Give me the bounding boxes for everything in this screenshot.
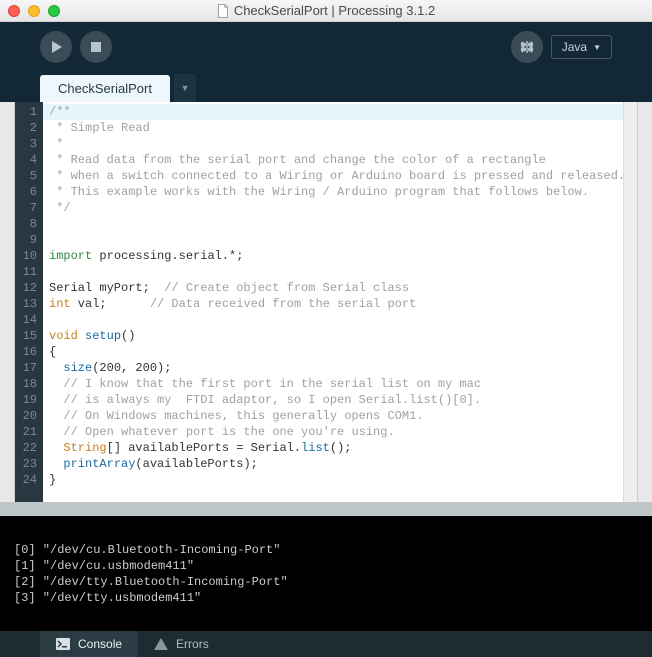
code-area[interactable]: /** * Simple Read * * Read data from the… bbox=[43, 102, 623, 502]
tab-label: CheckSerialPort bbox=[58, 81, 152, 96]
tab-errors-label: Errors bbox=[176, 637, 209, 651]
toolbar: Java ▼ bbox=[0, 22, 652, 72]
mode-label: Java bbox=[562, 40, 587, 54]
line-gutter: 1 2 3 4 5 6 7 8 9 10 11 12 13 14 15 16 1… bbox=[15, 102, 43, 502]
tab-bar: CheckSerialPort ▼ bbox=[0, 72, 652, 102]
window-title: CheckSerialPort | Processing 3.1.2 bbox=[0, 3, 652, 18]
chevron-down-icon: ▼ bbox=[593, 43, 601, 52]
stop-button[interactable] bbox=[80, 31, 112, 63]
document-icon bbox=[217, 4, 229, 18]
close-window-button[interactable] bbox=[8, 5, 20, 17]
window-title-text: CheckSerialPort | Processing 3.1.2 bbox=[234, 3, 435, 18]
pane-separator[interactable] bbox=[0, 502, 652, 516]
tab-console[interactable]: Console bbox=[40, 631, 138, 657]
zoom-window-button[interactable] bbox=[48, 5, 60, 17]
mode-selector[interactable]: Java ▼ bbox=[551, 35, 612, 59]
code-editor[interactable]: 1 2 3 4 5 6 7 8 9 10 11 12 13 14 15 16 1… bbox=[14, 102, 638, 502]
warning-icon bbox=[154, 638, 168, 650]
tab-menu-button[interactable]: ▼ bbox=[174, 74, 196, 102]
console-output: [0] "/dev/cu.Bluetooth-Incoming-Port" [1… bbox=[0, 516, 652, 631]
bottom-tab-bar: Console Errors bbox=[0, 631, 652, 657]
console-icon bbox=[56, 638, 70, 650]
stop-icon bbox=[90, 41, 102, 53]
tab-errors[interactable]: Errors bbox=[138, 631, 225, 657]
tab-console-label: Console bbox=[78, 637, 122, 651]
run-button[interactable] bbox=[40, 31, 72, 63]
titlebar: CheckSerialPort | Processing 3.1.2 bbox=[0, 0, 652, 22]
window-controls bbox=[8, 5, 60, 17]
tab-checkserialport[interactable]: CheckSerialPort bbox=[40, 75, 170, 102]
minimize-window-button[interactable] bbox=[28, 5, 40, 17]
butterfly-icon bbox=[519, 39, 535, 55]
chevron-down-icon: ▼ bbox=[180, 83, 189, 93]
play-icon bbox=[49, 40, 63, 54]
scrollbar[interactable] bbox=[623, 102, 637, 502]
debug-button[interactable] bbox=[511, 31, 543, 63]
